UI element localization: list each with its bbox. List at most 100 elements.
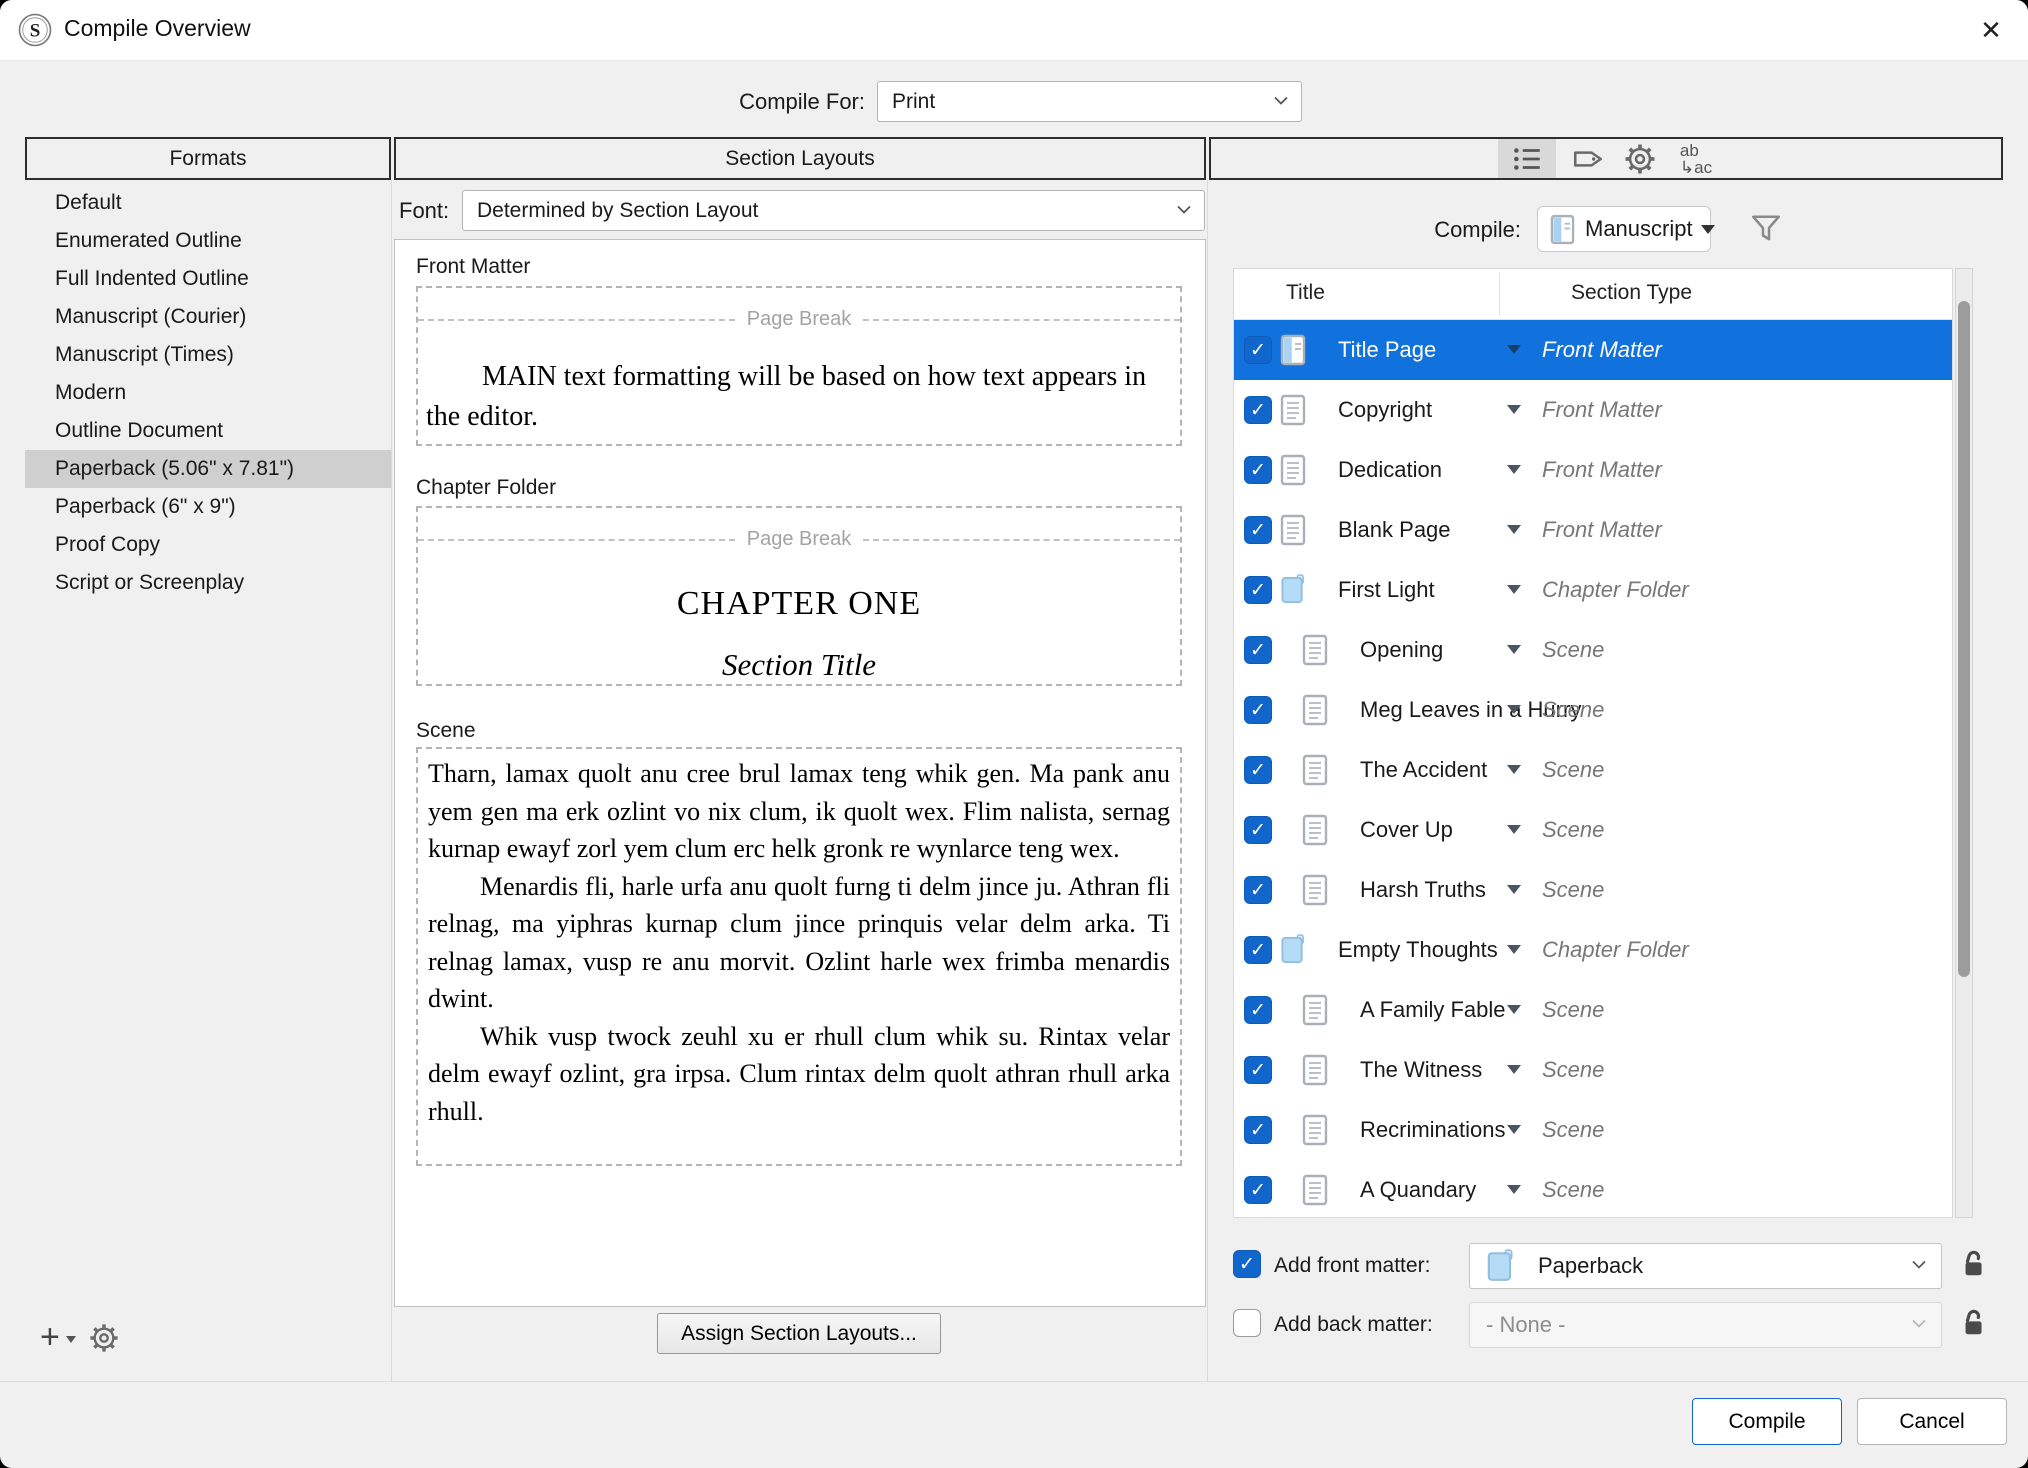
include-checkbox[interactable]: ✓ — [1244, 336, 1272, 364]
section-type-chevron[interactable] — [1507, 705, 1521, 714]
close-icon[interactable]: ✕ — [1974, 13, 2008, 47]
section-type-chevron[interactable] — [1507, 885, 1521, 894]
row-title: The Witness — [1360, 1057, 1482, 1083]
doc-icon — [1302, 814, 1328, 846]
contents-scrollbar[interactable] — [1955, 268, 1973, 1218]
section-type-chevron[interactable] — [1507, 1005, 1521, 1014]
chapter-folder-layout-preview[interactable]: Page Break CHAPTER ONE Section Title — [416, 506, 1182, 686]
format-item[interactable]: Modern — [25, 374, 391, 412]
include-checkbox[interactable]: ✓ — [1244, 396, 1272, 424]
back-matter-checkbox[interactable] — [1233, 1309, 1261, 1337]
front-matter-layout-preview[interactable]: Page Break MAIN text formatting will be … — [416, 286, 1182, 446]
binder-row[interactable]: ✓Meg Leaves in a HurryScene — [1234, 680, 1952, 740]
binder-row[interactable]: ✓RecriminationsScene — [1234, 1100, 1952, 1160]
font-select[interactable]: Determined by Section Layout — [462, 190, 1205, 231]
section-type-chevron[interactable] — [1507, 645, 1521, 654]
format-item[interactable]: Enumerated Outline — [25, 222, 391, 260]
binder-row[interactable]: ✓Blank PageFront Matter — [1234, 500, 1952, 560]
back-matter-select[interactable]: - None - — [1469, 1302, 1942, 1348]
binder-row[interactable]: ✓Empty ThoughtsChapter Folder — [1234, 920, 1952, 980]
front-matter-lock-icon[interactable] — [1959, 1248, 1987, 1285]
binder-row[interactable]: ✓The AccidentScene — [1234, 740, 1952, 800]
binder-row[interactable]: ✓Title PageFront Matter — [1234, 320, 1952, 380]
binder-row[interactable]: ✓First LightChapter Folder — [1234, 560, 1952, 620]
section-type-chevron[interactable] — [1507, 405, 1521, 414]
section-type-chevron[interactable] — [1507, 465, 1521, 474]
column-divider — [1207, 180, 1208, 1382]
front-matter-checkbox[interactable]: ✓ — [1233, 1250, 1261, 1278]
compile-contents-icon[interactable] — [1498, 139, 1556, 178]
row-section-type: Scene — [1542, 877, 1604, 903]
binder-row[interactable]: ✓CopyrightFront Matter — [1234, 380, 1952, 440]
doc-title-icon — [1280, 334, 1306, 366]
section-type-chevron[interactable] — [1507, 345, 1521, 354]
format-item[interactable]: Manuscript (Times) — [25, 336, 391, 374]
assign-section-layouts-button[interactable]: Assign Section Layouts... — [657, 1313, 941, 1354]
section-type-chevron[interactable] — [1507, 825, 1521, 834]
format-item[interactable]: Paperback (5.06" x 7.81") — [25, 450, 391, 488]
format-item[interactable]: Paperback (6" x 9") — [25, 488, 391, 526]
chevron-down-icon — [1911, 1257, 1927, 1275]
manuscript-document-icon — [1550, 214, 1575, 245]
binder-row[interactable]: ✓Cover UpScene — [1234, 800, 1952, 860]
include-checkbox[interactable]: ✓ — [1244, 576, 1272, 604]
binder-row[interactable]: ✓The WitnessScene — [1234, 1040, 1952, 1100]
scene-layout-label: Scene — [416, 719, 476, 743]
compile-group-select[interactable]: Manuscript — [1537, 206, 1711, 252]
binder-row[interactable]: ✓Harsh TruthsScene — [1234, 860, 1952, 920]
section-type-chevron[interactable] — [1507, 765, 1521, 774]
format-item[interactable]: Manuscript (Courier) — [25, 298, 391, 336]
include-checkbox[interactable]: ✓ — [1244, 636, 1272, 664]
format-options-gear-icon[interactable] — [88, 1322, 120, 1359]
binder-row[interactable]: ✓DedicationFront Matter — [1234, 440, 1952, 500]
include-checkbox[interactable]: ✓ — [1244, 516, 1272, 544]
include-checkbox[interactable]: ✓ — [1244, 876, 1272, 904]
doc-icon — [1302, 994, 1328, 1026]
compile-for-select[interactable]: Print — [877, 81, 1302, 122]
format-item[interactable]: Script or Screenplay — [25, 564, 391, 602]
include-checkbox[interactable]: ✓ — [1244, 456, 1272, 484]
compile-for-value: Print — [892, 90, 1273, 114]
scrollbar-thumb[interactable] — [1958, 301, 1970, 977]
section-type-chevron[interactable] — [1507, 1125, 1521, 1134]
format-item[interactable]: Default — [25, 184, 391, 222]
include-checkbox[interactable]: ✓ — [1244, 936, 1272, 964]
back-matter-lock-icon[interactable] — [1959, 1307, 1987, 1344]
include-checkbox[interactable]: ✓ — [1244, 816, 1272, 844]
format-item[interactable]: Full Indented Outline — [25, 260, 391, 298]
binder-row[interactable]: ✓A QuandaryScene — [1234, 1160, 1952, 1220]
section-type-chevron[interactable] — [1507, 585, 1521, 594]
doc-icon — [1302, 1114, 1328, 1146]
include-checkbox[interactable]: ✓ — [1244, 756, 1272, 784]
row-section-type: Scene — [1542, 1117, 1604, 1143]
tag-icon[interactable] — [1563, 139, 1613, 178]
section-type-chevron[interactable] — [1507, 1185, 1521, 1194]
row-section-type: Chapter Folder — [1542, 937, 1689, 963]
section-type-chevron[interactable] — [1507, 945, 1521, 954]
replacements-icon[interactable]: ab↳ac — [1667, 139, 1725, 178]
format-item[interactable]: Outline Document — [25, 412, 391, 450]
filter-icon[interactable] — [1748, 210, 1784, 251]
cancel-button[interactable]: Cancel — [1857, 1398, 2007, 1445]
row-title: Opening — [1360, 637, 1443, 663]
binder-row[interactable]: ✓A Family FableScene — [1234, 980, 1952, 1040]
add-format-button[interactable]: + — [40, 1318, 82, 1358]
format-item[interactable]: Proof Copy — [25, 526, 391, 564]
contents-table-header: Title Section Type — [1234, 269, 1952, 320]
include-checkbox[interactable]: ✓ — [1244, 1116, 1272, 1144]
gear-icon[interactable] — [1615, 139, 1665, 178]
scene-layout-preview[interactable]: Tharn, lamax quolt anu cree brul lamax t… — [416, 747, 1182, 1166]
compile-label: Compile: — [1434, 217, 1521, 243]
row-section-type: Chapter Folder — [1542, 577, 1689, 603]
include-checkbox[interactable]: ✓ — [1244, 996, 1272, 1024]
binder-row[interactable]: ✓OpeningScene — [1234, 620, 1952, 680]
compile-button[interactable]: Compile — [1692, 1398, 1842, 1445]
section-type-chevron[interactable] — [1507, 525, 1521, 534]
section-type-chevron[interactable] — [1507, 1065, 1521, 1074]
row-title: Cover Up — [1360, 817, 1453, 843]
front-matter-select[interactable]: Paperback — [1469, 1243, 1942, 1289]
include-checkbox[interactable]: ✓ — [1244, 1056, 1272, 1084]
include-checkbox[interactable]: ✓ — [1244, 696, 1272, 724]
contents-table: Title Section Type ✓Title PageFront Matt… — [1233, 268, 1953, 1218]
include-checkbox[interactable]: ✓ — [1244, 1176, 1272, 1204]
